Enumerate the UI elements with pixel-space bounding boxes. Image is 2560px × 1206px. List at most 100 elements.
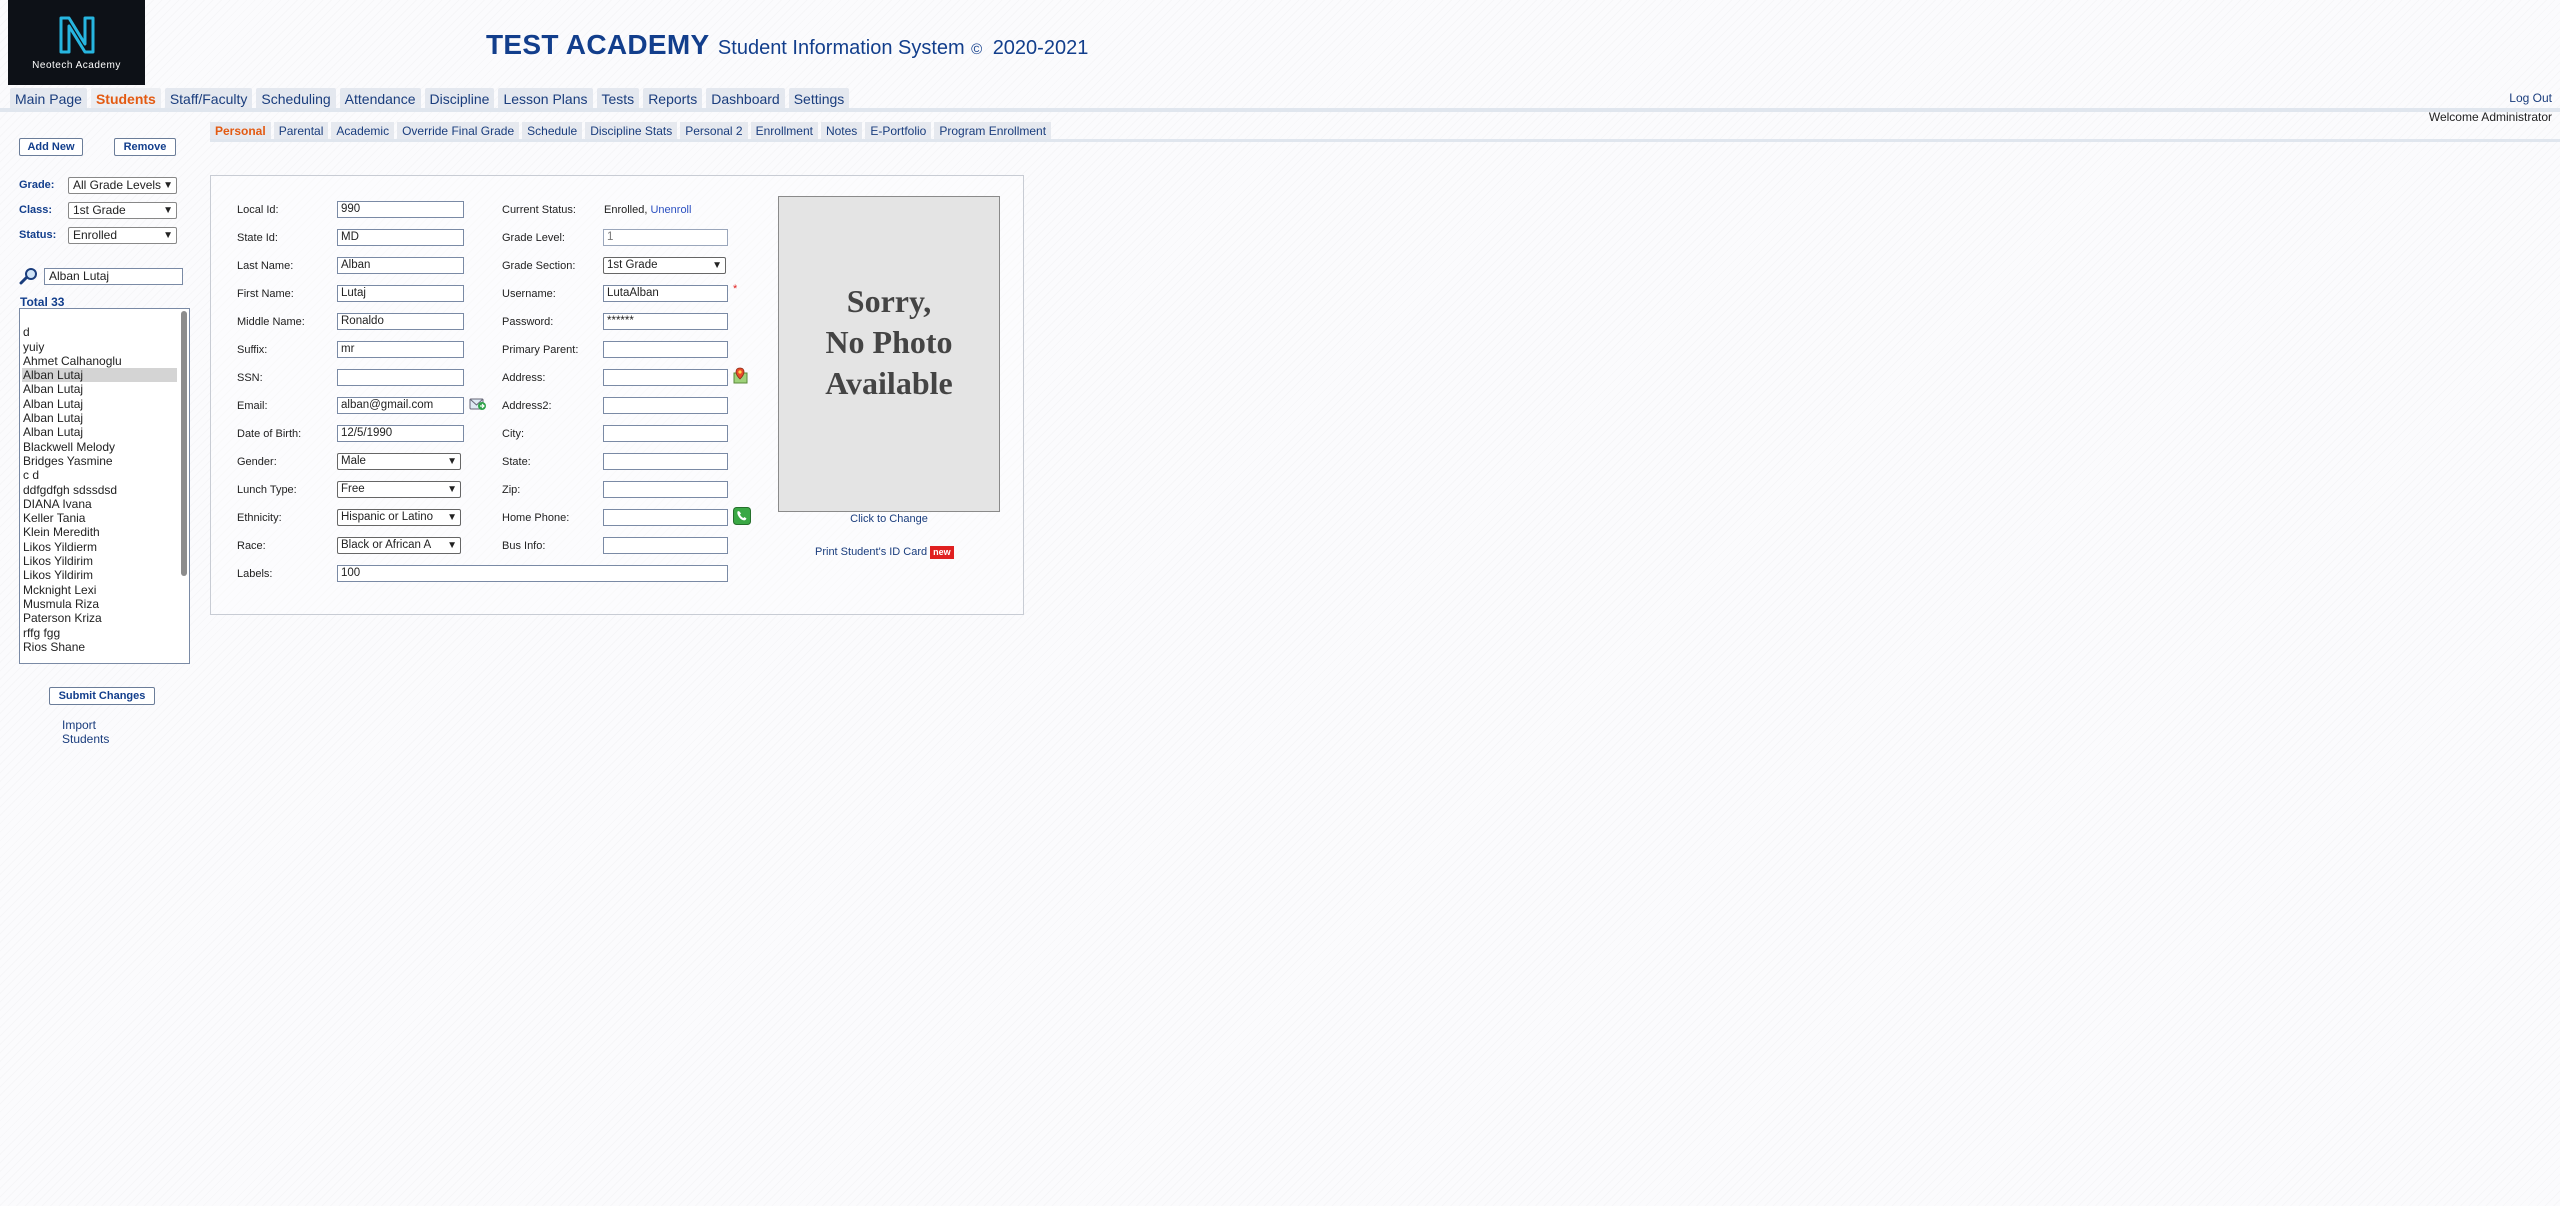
ssn-label: SSN: <box>237 372 263 384</box>
ssn-input[interactable] <box>337 369 464 386</box>
student-list-scrollbar[interactable] <box>180 311 188 661</box>
student-search-input[interactable]: Alban Lutaj <box>44 268 183 285</box>
grade-filter-select[interactable]: All Grade Levels ▼ <box>68 177 177 194</box>
local-id-input[interactable]: 990 <box>337 201 464 218</box>
chevron-down-icon: ▼ <box>447 456 457 467</box>
password-input[interactable]: ****** <box>603 313 728 330</box>
add-new-button[interactable]: Add New <box>19 138 83 156</box>
student-list-item[interactable]: rffg fgg <box>22 626 177 640</box>
student-list-item[interactable]: Likos Yildirim <box>22 554 177 568</box>
no-photo-line-1: Sorry, <box>846 283 932 319</box>
student-list-item[interactable]: Musmula Riza <box>22 597 177 611</box>
student-list[interactable]: d yuiy Ahmet Calhanoglu Alban Lutaj Alban Lu… <box>19 308 190 664</box>
student-list-item[interactable]: Likos Yildierm <box>22 540 177 554</box>
student-photo[interactable]: Sorry, No Photo Available <box>778 196 1000 512</box>
labels-input[interactable]: 100 <box>337 565 728 582</box>
student-list-item[interactable]: Keller Tania <box>22 511 177 525</box>
page-title: TEST ACADEMY Student Information System … <box>486 29 1088 61</box>
student-list-item[interactable] <box>22 311 177 325</box>
student-list-item[interactable]: ddfgdfgh sdssdsd <box>22 483 177 497</box>
print-id-card-link[interactable]: Print Student's ID Card new <box>815 546 954 559</box>
state-label: State: <box>502 456 531 468</box>
neotech-logo: Neotech Academy <box>8 0 145 85</box>
student-list-item[interactable]: Alban Lutaj <box>22 397 177 411</box>
lunch-type-select[interactable]: Free ▼ <box>337 481 461 498</box>
grade-level-input[interactable]: 1 <box>603 229 728 246</box>
primary-parent-input[interactable] <box>603 341 728 358</box>
student-list-items: d yuiy Ahmet Calhanoglu Alban Lutaj Alban Lu… <box>22 311 177 654</box>
chevron-down-icon: ▼ <box>163 180 173 191</box>
student-list-item[interactable]: Likos Yildirim <box>22 568 177 582</box>
state-id-input[interactable]: MD <box>337 229 464 246</box>
gender-select[interactable]: Male ▼ <box>337 453 461 470</box>
current-status-label: Current Status: <box>502 204 576 216</box>
middle-name-input[interactable]: Ronaldo <box>337 313 464 330</box>
submit-changes-button[interactable]: Submit Changes <box>49 687 155 705</box>
suffix-input[interactable]: mr <box>337 341 464 358</box>
no-photo-placeholder: Sorry, No Photo Available <box>779 281 999 404</box>
student-list-item[interactable]: Alban Lutaj <box>22 411 177 425</box>
new-badge: new <box>930 546 954 559</box>
race-select[interactable]: Black or African A ▼ <box>337 537 461 554</box>
unenroll-link[interactable]: Unenroll <box>650 204 691 216</box>
date-of-birth-input[interactable]: 12/5/1990 <box>337 425 464 442</box>
school-name: TEST ACADEMY <box>486 29 710 60</box>
username-input[interactable]: LutaAlban <box>603 285 728 302</box>
email-compose-icon[interactable] <box>469 396 487 412</box>
address2-input[interactable] <box>603 397 728 414</box>
phone-icon[interactable] <box>733 507 751 525</box>
current-status-text: Enrolled, <box>604 204 648 216</box>
import-students-link[interactable]: Import Students <box>62 718 109 746</box>
grade-filter-value: All Grade Levels <box>73 178 162 192</box>
scrollbar-thumb[interactable] <box>181 311 187 576</box>
grade-section-select[interactable]: 1st Grade ▼ <box>603 257 726 274</box>
student-list-item[interactable]: Alban Lutaj <box>22 368 177 383</box>
search-icon[interactable] <box>19 267 39 285</box>
student-list-item[interactable]: Ahmet Calhanoglu <box>22 354 177 368</box>
grade-section-label: Grade Section: <box>502 260 576 272</box>
student-list-item[interactable]: Bridges Yasmine <box>22 454 177 468</box>
click-to-change-link[interactable]: Click to Change <box>778 513 1000 525</box>
no-photo-line-3: Available <box>825 365 953 401</box>
ethnicity-value: Hispanic or Latino <box>341 511 434 523</box>
remove-button[interactable]: Remove <box>114 138 176 156</box>
student-list-item[interactable]: d <box>22 325 177 339</box>
username-label: Username: <box>502 288 556 300</box>
system-title: Student Information System <box>717 37 965 59</box>
neotech-logo-icon <box>59 16 94 54</box>
student-list-item[interactable]: yuiy <box>22 340 177 354</box>
student-list-item[interactable]: Alban Lutaj <box>22 425 177 439</box>
ethnicity-select[interactable]: Hispanic or Latino ▼ <box>337 509 461 526</box>
sub-tab-divider <box>210 139 2560 142</box>
first-name-input[interactable]: Lutaj <box>337 285 464 302</box>
email-input[interactable]: alban@gmail.com <box>337 397 464 414</box>
status-filter-value: Enrolled <box>73 228 118 242</box>
bus-info-input[interactable] <box>603 537 728 554</box>
home-phone-input[interactable] <box>603 509 728 526</box>
logout-link[interactable]: Log Out <box>2509 91 2552 105</box>
class-filter-select[interactable]: 1st Grade ▼ <box>68 202 177 219</box>
gender-label: Gender: <box>237 456 277 468</box>
zip-label: Zip: <box>502 484 521 496</box>
address-label: Address: <box>502 372 546 384</box>
class-filter-label: Class: <box>19 204 53 216</box>
city-input[interactable] <box>603 425 728 442</box>
student-list-item[interactable]: Mcknight Lexi <box>22 583 177 597</box>
zip-input[interactable] <box>603 481 728 498</box>
status-filter-select[interactable]: Enrolled ▼ <box>68 227 177 244</box>
student-list-item[interactable]: Klein Meredith <box>22 525 177 539</box>
home-phone-label: Home Phone: <box>502 512 570 524</box>
student-list-item[interactable]: Rios Shane <box>22 640 177 654</box>
welcome-text: Welcome Administrator <box>2428 110 2552 124</box>
last-name-input[interactable]: Alban <box>337 257 464 274</box>
student-list-item[interactable]: Alban Lutaj <box>22 382 177 396</box>
state-input[interactable] <box>603 453 728 470</box>
student-list-item[interactable]: Blackwell Melody <box>22 440 177 454</box>
address-input[interactable] <box>603 369 728 386</box>
map-pin-icon[interactable] <box>733 367 749 385</box>
ethnicity-label: Ethnicity: <box>237 512 282 524</box>
student-personal-form: Local Id: 990 State Id: MD Last Name: Al… <box>210 175 1024 615</box>
student-list-item[interactable]: c d <box>22 468 177 482</box>
student-list-item[interactable]: DIANA Ivana <box>22 497 177 511</box>
student-list-item[interactable]: Paterson Kriza <box>22 611 177 625</box>
